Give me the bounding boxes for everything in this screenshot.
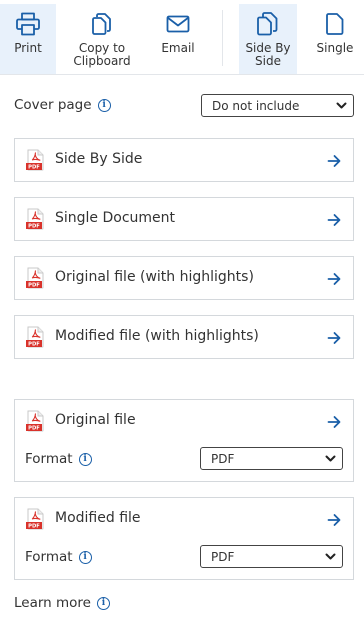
format-label: Format i	[25, 451, 92, 467]
toolbar-divider	[222, 10, 223, 66]
format-select[interactable]: PDF	[200, 545, 343, 568]
learn-more-link[interactable]: Learn more i	[14, 595, 110, 611]
arrow-right-icon	[327, 330, 341, 349]
side-by-side-icon	[257, 10, 279, 38]
option-modified-with-highlights[interactable]: PDF Modified file (with highlights)	[14, 315, 354, 359]
format-value: PDF	[211, 549, 235, 564]
side-by-side-label-line2: Side	[255, 54, 281, 68]
download-original-file: PDF Original file Format i PDF	[14, 399, 354, 482]
format-select[interactable]: PDF	[200, 447, 343, 470]
pdf-file-icon: PDF	[26, 149, 46, 175]
svg-text:PDF: PDF	[28, 524, 40, 530]
download-modified-file: PDF Modified file Format i PDF	[14, 497, 354, 580]
arrow-right-icon	[327, 414, 341, 433]
option-title: Single Document	[55, 210, 176, 226]
format-text: Format	[25, 451, 73, 467]
info-icon[interactable]: i	[78, 452, 92, 466]
cover-page-value: Do not include	[212, 98, 300, 113]
pdf-file-icon: PDF	[26, 410, 46, 436]
learn-more-text: Learn more	[14, 595, 91, 611]
option-side-by-side[interactable]: PDF Side By Side	[14, 138, 354, 182]
cover-page-label: Cover page i	[14, 97, 111, 113]
pdf-file-icon: PDF	[26, 208, 46, 234]
info-icon[interactable]: i	[78, 550, 92, 564]
email-button[interactable]: Email	[150, 4, 206, 74]
svg-text:PDF: PDF	[28, 165, 40, 171]
copy-icon	[92, 10, 112, 38]
arrow-right-icon	[327, 512, 341, 531]
option-title: Side By Side	[55, 151, 143, 167]
arrow-right-icon	[327, 153, 341, 172]
pdf-file-icon: PDF	[26, 508, 46, 534]
svg-text:PDF: PDF	[28, 224, 40, 230]
option-single-document[interactable]: PDF Single Document	[14, 197, 354, 241]
option-original-with-highlights[interactable]: PDF Original file (with highlights)	[14, 256, 354, 300]
pdf-file-icon: PDF	[26, 326, 46, 352]
cover-page-text: Cover page	[14, 97, 92, 113]
print-button[interactable]: Print	[0, 4, 56, 74]
option-title: Modified file (with highlights)	[55, 328, 259, 344]
info-icon[interactable]: i	[97, 98, 111, 112]
email-label: Email	[161, 41, 195, 55]
svg-text:PDF: PDF	[28, 426, 40, 432]
printer-icon	[15, 10, 41, 38]
format-label: Format i	[25, 549, 92, 565]
print-label: Print	[14, 41, 42, 55]
pdf-file-icon: PDF	[26, 267, 46, 293]
arrow-right-icon	[327, 212, 341, 231]
chevron-down-icon	[325, 551, 336, 565]
document-icon	[326, 10, 344, 38]
download-title: Modified file	[55, 510, 141, 526]
single-label: Single	[316, 41, 354, 55]
chevron-down-icon	[336, 100, 347, 114]
svg-text:PDF: PDF	[28, 283, 40, 289]
format-text: Format	[25, 549, 73, 565]
mail-icon	[166, 10, 190, 38]
chevron-down-icon	[325, 453, 336, 467]
download-title: Original file	[55, 412, 136, 428]
info-icon[interactable]: i	[97, 596, 110, 610]
download-original-row[interactable]: PDF Original file	[15, 400, 353, 442]
copy-to-clipboard-button[interactable]: Copy to Clipboard	[68, 4, 136, 74]
side-by-side-button[interactable]: Side By Side	[239, 4, 297, 74]
arrow-right-icon	[327, 271, 341, 290]
option-title: Original file (with highlights)	[55, 269, 254, 285]
svg-text:PDF: PDF	[28, 342, 40, 348]
download-modified-row[interactable]: PDF Modified file	[15, 498, 353, 540]
cover-page-select[interactable]: Do not include	[201, 94, 354, 117]
copy-label-line2: Clipboard	[73, 54, 131, 68]
toolbar: Print Copy to Clipboard Email Side By Si…	[0, 0, 364, 75]
single-button[interactable]: Single	[306, 4, 364, 74]
format-value: PDF	[211, 451, 235, 466]
